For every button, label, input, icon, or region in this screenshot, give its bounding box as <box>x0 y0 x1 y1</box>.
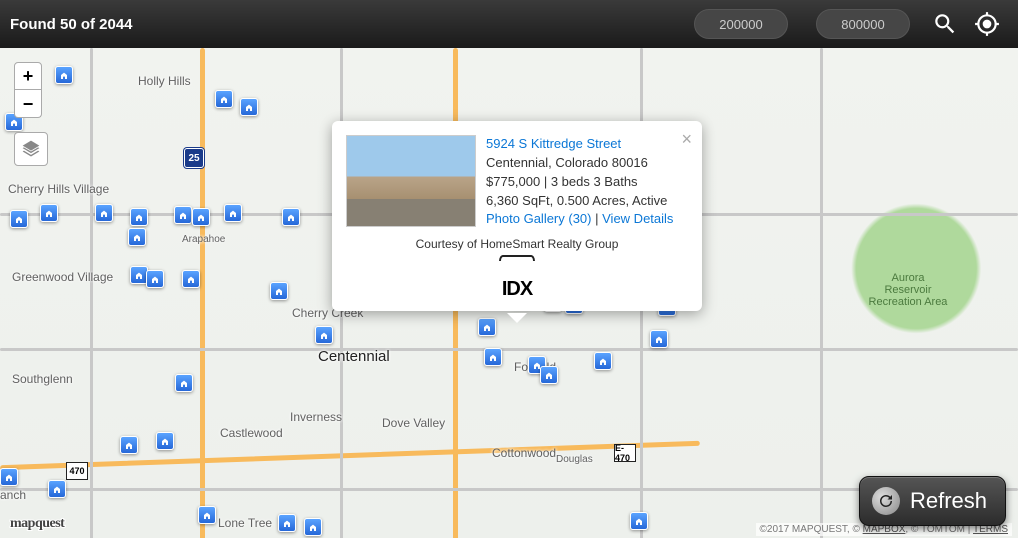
idx-logo: IDX <box>346 255 688 301</box>
property-marker[interactable] <box>55 66 73 84</box>
interstate-shield: 25 <box>184 148 204 168</box>
property-marker[interactable] <box>128 228 146 246</box>
map-canvas[interactable]: Holly Hills Cherry Hills Village Greenwo… <box>0 48 1018 538</box>
property-marker[interactable] <box>315 326 333 344</box>
place-label: Castlewood <box>220 426 283 440</box>
property-marker[interactable] <box>278 514 296 532</box>
property-marker[interactable] <box>40 204 58 222</box>
state-route-shield: E-470 <box>614 444 636 462</box>
property-marker[interactable] <box>156 432 174 450</box>
property-marker[interactable] <box>594 352 612 370</box>
property-marker[interactable] <box>270 282 288 300</box>
close-icon[interactable]: × <box>681 129 692 150</box>
price-min-input[interactable] <box>694 9 788 39</box>
result-count: Found 50 of 2044 <box>10 16 133 33</box>
listing-thumbnail[interactable] <box>346 135 476 227</box>
property-marker[interactable] <box>130 208 148 226</box>
property-marker[interactable] <box>484 348 502 366</box>
zoom-out-button[interactable]: − <box>14 90 42 118</box>
place-label: Holly Hills <box>138 74 191 88</box>
mapquest-logo: mapquest <box>10 516 64 532</box>
listing-sqft: 6,360 SqFt, 0.500 Acres, Active <box>486 193 667 208</box>
property-marker[interactable] <box>224 204 242 222</box>
zoom-control: + − <box>14 62 42 118</box>
zoom-in-button[interactable]: + <box>14 62 42 90</box>
property-marker[interactable] <box>48 480 66 498</box>
property-marker[interactable] <box>174 206 192 224</box>
property-marker[interactable] <box>240 98 258 116</box>
place-label: Lone Tree <box>218 516 272 530</box>
property-marker[interactable] <box>540 366 558 384</box>
search-icon[interactable] <box>932 11 958 37</box>
property-marker[interactable] <box>198 506 216 524</box>
listing-price: $775,000 | 3 beds 3 Baths <box>486 174 638 189</box>
property-marker[interactable] <box>650 330 668 348</box>
property-marker[interactable] <box>192 208 210 226</box>
property-marker[interactable] <box>0 468 18 486</box>
property-marker[interactable] <box>10 210 28 228</box>
price-max-input[interactable] <box>816 9 910 39</box>
property-marker[interactable] <box>146 270 164 288</box>
locate-icon[interactable] <box>974 11 1000 37</box>
top-bar: Found 50 of 2044 <box>0 0 1018 48</box>
layers-button[interactable] <box>14 132 48 166</box>
place-label: Centennial <box>318 348 390 365</box>
place-label: Inverness <box>290 410 342 424</box>
place-label: Douglas <box>556 454 593 465</box>
place-label: Cottonwood <box>492 446 556 460</box>
layers-icon <box>21 139 41 159</box>
property-marker[interactable] <box>478 318 496 336</box>
photo-gallery-link[interactable]: Photo Gallery (30) <box>486 211 592 226</box>
refresh-icon <box>877 492 895 510</box>
refresh-button[interactable]: Refresh <box>859 476 1006 526</box>
place-label: Aurora Reservoir Recreation Area <box>868 272 948 308</box>
property-marker[interactable] <box>282 208 300 226</box>
state-route-shield: 470 <box>66 462 88 480</box>
property-marker[interactable] <box>95 204 113 222</box>
listing-popup: × 5924 S Kittredge Street Centennial, Co… <box>332 121 702 311</box>
place-label: Dove Valley <box>382 416 445 430</box>
view-details-link[interactable]: View Details <box>602 211 673 226</box>
property-marker[interactable] <box>120 436 138 454</box>
property-marker[interactable] <box>175 374 193 392</box>
refresh-label: Refresh <box>910 488 987 514</box>
place-label: Greenwood Village <box>12 270 113 284</box>
property-marker[interactable] <box>304 518 322 536</box>
listing-address-link[interactable]: 5924 S Kittredge Street <box>486 136 621 151</box>
property-marker[interactable] <box>630 512 648 530</box>
property-marker[interactable] <box>182 270 200 288</box>
place-label: anch <box>0 488 26 502</box>
listing-courtesy: Courtesy of HomeSmart Realty Group <box>346 237 688 251</box>
place-label: Arapahoe <box>182 234 225 245</box>
place-label: Southglenn <box>12 372 73 386</box>
listing-city: Centennial, Colorado 80016 <box>486 155 648 170</box>
place-label: Cherry Hills Village <box>8 182 109 196</box>
property-marker[interactable] <box>215 90 233 108</box>
